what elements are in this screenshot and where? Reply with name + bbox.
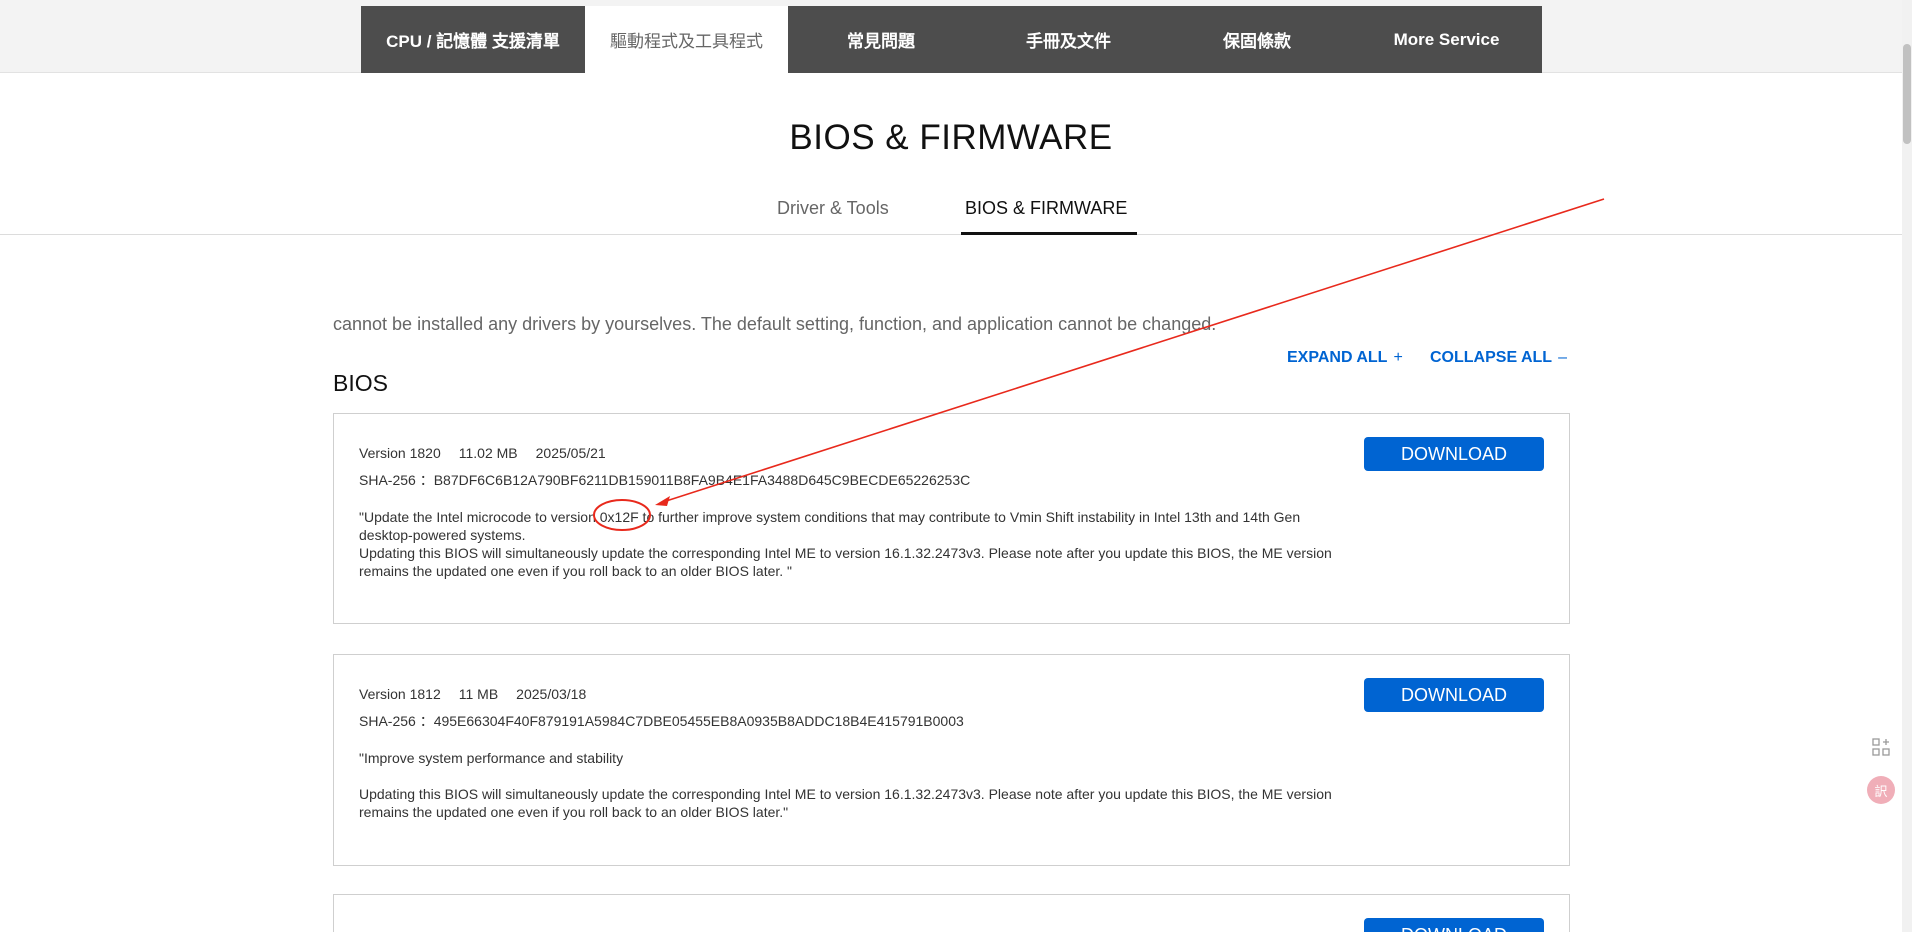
- bios-date: 2025/03/18: [516, 686, 587, 702]
- tab-manuals[interactable]: 手冊及文件: [974, 6, 1163, 73]
- tab-faq[interactable]: 常見問題: [788, 6, 974, 73]
- bios-description-line: Updating this BIOS will simultaneously u…: [359, 786, 1332, 820]
- bios-description: "Improve system performance and stabilit…: [359, 749, 1344, 821]
- bios-meta: Version 1812 11 MB 2025/03/18: [359, 686, 604, 702]
- tab-drivers-utilities[interactable]: 驅動程式及工具程式: [585, 6, 788, 73]
- bios-date: 2025/05/21: [535, 445, 606, 461]
- bios-size: 11.02 MB: [458, 445, 518, 461]
- bios-description-line: "Improve system performance and stabilit…: [359, 750, 624, 766]
- apps-grid-icon[interactable]: [1866, 732, 1896, 762]
- plus-icon: +: [1393, 349, 1403, 366]
- minus-icon: –: [1558, 349, 1567, 366]
- bios-sha256: SHA-256 ：495E66304F40F879191A5984C7DBE05…: [359, 713, 964, 729]
- download-button[interactable]: DOWNLOAD: [1364, 918, 1544, 932]
- bios-entry-card: Version 1820 11.02 MB 2025/05/21 SHA-256 ：…: [333, 413, 1570, 624]
- tab-warranty[interactable]: 保固條款: [1163, 6, 1351, 73]
- bios-version: Version 1820: [359, 445, 441, 461]
- notice-text: cannot be installed any drivers by yours…: [333, 314, 1217, 334]
- collapse-all-button[interactable]: COLLAPSE ALL –: [1430, 349, 1567, 367]
- bios-description: "Update the Intel microcode to version 0…: [359, 508, 1344, 580]
- bios-description-line: Updating this BIOS will simultaneously u…: [359, 545, 1332, 579]
- bios-size: 11 MB: [458, 686, 499, 702]
- bios-meta: Version 1820 11.02 MB 2025/05/21: [359, 445, 624, 461]
- active-subtab-indicator: [961, 232, 1137, 235]
- download-button[interactable]: DOWNLOAD: [1364, 437, 1544, 471]
- bios-entry-card: Version 1812 11 MB 2025/03/18 SHA-256 ：495…: [333, 654, 1570, 866]
- subtab-bios-firmware[interactable]: BIOS & FIRMWARE: [965, 198, 1127, 219]
- bios-version: Version 1812: [359, 686, 441, 702]
- subtabs: Driver & Tools BIOS & FIRMWARE: [0, 195, 1902, 235]
- top-nav: CPU / 記憶體 支援清單 驅動程式及工具程式 常見問題 手冊及文件 保固條款…: [361, 6, 1542, 73]
- scrollbar-thumb[interactable]: [1903, 44, 1911, 144]
- download-button[interactable]: DOWNLOAD: [1364, 678, 1544, 712]
- page-title: BIOS & FIRMWARE: [789, 118, 1113, 157]
- translate-icon[interactable]: 訳: [1867, 776, 1895, 804]
- tab-cpu-memory-support[interactable]: CPU / 記憶體 支援清單: [361, 6, 585, 73]
- bios-sha256: SHA-256 ：B87DF6C6B12A790BF6211DB159011B8…: [359, 472, 971, 488]
- section-title-bios: BIOS: [333, 370, 388, 396]
- subtab-driver-tools[interactable]: Driver & Tools: [777, 198, 889, 219]
- bios-entry-card: DOWNLOAD: [333, 894, 1570, 932]
- scrollbar[interactable]: [1902, 0, 1912, 932]
- tab-more-service[interactable]: More Service: [1351, 6, 1542, 73]
- bios-description-line: "Update the Intel microcode to version 0…: [359, 509, 1301, 543]
- expand-all-button[interactable]: EXPAND ALL +: [1287, 349, 1403, 367]
